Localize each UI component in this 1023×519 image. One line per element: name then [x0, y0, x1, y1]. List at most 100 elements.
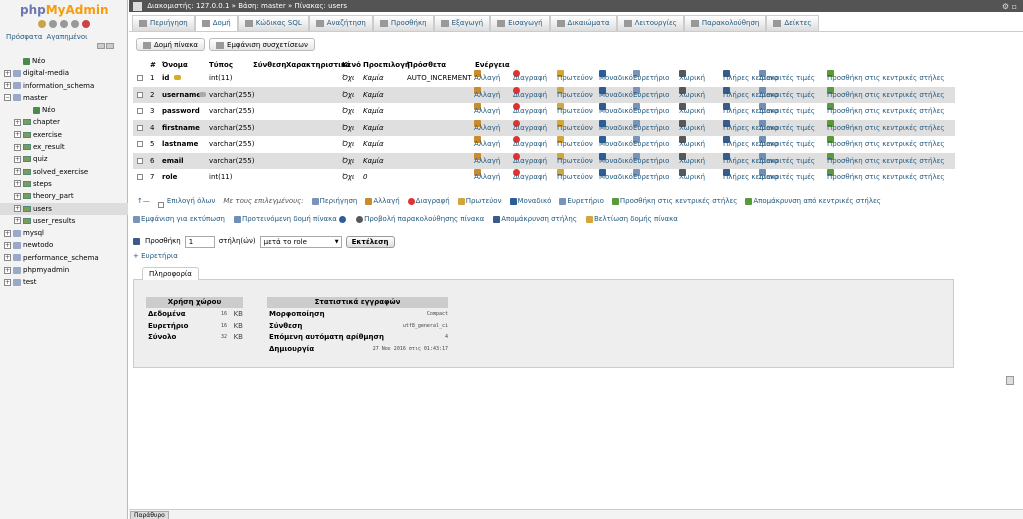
- row-checkbox[interactable]: [137, 141, 143, 147]
- normalize-link[interactable]: Βελτίωση δομής πίνακα: [585, 215, 678, 223]
- tab-4[interactable]: Προσθήκη: [372, 15, 434, 31]
- column-count-input[interactable]: 1: [184, 235, 215, 248]
- track-table-link[interactable]: Προβολή παρακολούθησης πίνακα: [356, 215, 484, 223]
- tab-6[interactable]: Εισαγωγή: [490, 15, 550, 31]
- tab-7[interactable]: Δικαιώματα: [549, 15, 617, 31]
- action-label: Αλλαγή: [474, 156, 501, 165]
- tree-item[interactable]: + mysql: [0, 227, 128, 239]
- expand-icon[interactable]: +: [4, 278, 11, 286]
- expand-icon[interactable]: +: [14, 131, 21, 139]
- print-view-link[interactable]: Εμφάνιση για εκτύπωση: [133, 215, 225, 223]
- check-all[interactable]: Επιλογή όλων: [157, 197, 215, 208]
- help-icon[interactable]: [339, 215, 347, 223]
- expand-icon[interactable]: +: [14, 180, 21, 188]
- tab-icon: [497, 19, 506, 27]
- breadcrumb-table[interactable]: Πίνακας: users: [295, 2, 348, 10]
- bulk-add-central[interactable]: Προσθήκη στις κεντρικές στήλες: [611, 197, 737, 206]
- tree-item[interactable]: + solved_exercise: [0, 166, 128, 178]
- settings-gear-icon[interactable]: [71, 20, 79, 28]
- reload-icon[interactable]: [82, 20, 90, 28]
- tab-1[interactable]: Δομή: [194, 15, 238, 31]
- row-checkbox[interactable]: [137, 124, 143, 131]
- relation-view-button[interactable]: Εμφάνιση συσχετίσεων: [209, 38, 315, 51]
- tab-0[interactable]: Περιήγηση: [132, 15, 195, 31]
- expand-icon[interactable]: +: [14, 155, 21, 163]
- tree-item[interactable]: + test: [0, 276, 128, 288]
- expand-icon[interactable]: +: [4, 69, 11, 77]
- tree-item[interactable]: + chapter: [0, 116, 128, 128]
- column-null: Όχι: [342, 107, 355, 115]
- bulk-drop[interactable]: Διαγραφή: [407, 197, 450, 206]
- settings-gear-icon[interactable]: ⚙ ▫: [1002, 1, 1017, 13]
- row-checkbox[interactable]: [137, 108, 143, 114]
- expand-icon[interactable]: +: [14, 143, 21, 151]
- expand-icon[interactable]: +: [4, 82, 11, 90]
- favorites-tab[interactable]: Αγαπημένοι: [47, 33, 88, 41]
- recent-tab[interactable]: Πρόσφατα: [6, 33, 43, 41]
- tab-label: Αναζήτηση: [326, 19, 366, 27]
- collapse-all-icon[interactable]: [97, 43, 105, 49]
- tree-item[interactable]: + theory_part: [0, 190, 128, 202]
- breadcrumb-database[interactable]: Βάση: master: [238, 2, 286, 10]
- action-label: Μοναδικό: [599, 74, 633, 82]
- bulk-unique[interactable]: Μοναδικό: [509, 197, 551, 206]
- tree-item[interactable]: + performance_schema: [0, 252, 128, 264]
- tab-5[interactable]: Εξαγωγή: [433, 15, 491, 31]
- home-icon[interactable]: [38, 20, 46, 28]
- tree-item[interactable]: + newtodo: [0, 239, 128, 251]
- bulk-remove-central[interactable]: Απομάκρυνση από κεντρικές στήλες: [745, 197, 881, 206]
- expand-icon[interactable]: +: [14, 192, 21, 200]
- tab-9[interactable]: Παρακολούθηση: [683, 15, 767, 31]
- check-all-checkbox[interactable]: [157, 202, 164, 208]
- tree-item[interactable]: Νέο: [0, 104, 128, 116]
- tree-item[interactable]: + information_schema: [0, 80, 128, 92]
- page-settings-icon[interactable]: [1006, 376, 1014, 385]
- move-columns-link[interactable]: Απομάκρυνση στήλης: [493, 215, 577, 223]
- tree-item[interactable]: + steps: [0, 178, 128, 190]
- row-checkbox[interactable]: [137, 174, 143, 180]
- tree-item[interactable]: + user_results: [0, 215, 128, 227]
- tree-item[interactable]: + ex_result: [0, 141, 128, 153]
- docs-icon[interactable]: [60, 20, 68, 28]
- tab-2[interactable]: Κώδικας SQL: [237, 15, 309, 31]
- tab-8[interactable]: Λειτουργίες: [616, 15, 684, 31]
- tab-10[interactable]: Δείκτες: [766, 15, 819, 31]
- tree-item[interactable]: + users: [0, 202, 128, 215]
- position-select[interactable]: μετά το role: [259, 235, 342, 248]
- link-with-main-icon[interactable]: [106, 43, 114, 49]
- tree-item[interactable]: Νέο: [0, 55, 128, 67]
- expand-icon[interactable]: +: [4, 266, 11, 274]
- expand-icon[interactable]: +: [14, 217, 21, 225]
- console-button[interactable]: Παράθυρο: [130, 511, 169, 519]
- expand-icon[interactable]: +: [14, 205, 21, 213]
- row-checkbox[interactable]: [137, 75, 143, 81]
- bulk-index[interactable]: Ευρετήριο: [559, 197, 604, 206]
- action-label: Ευρετήριο: [633, 107, 670, 115]
- bulk-change[interactable]: Αλλαγή: [365, 197, 400, 206]
- tree-item[interactable]: + quiz: [0, 153, 128, 165]
- collapse-icon[interactable]: −: [4, 94, 11, 102]
- propose-structure-link[interactable]: Προτεινόμενη δομή πίνακα: [233, 215, 347, 223]
- tab-3[interactable]: Αναζήτηση: [308, 15, 373, 31]
- row-checkbox[interactable]: [137, 157, 143, 164]
- bulk-primary[interactable]: Πρωτεύον: [457, 197, 502, 206]
- collapse-nav-icon[interactable]: [133, 1, 142, 11]
- breadcrumb-server[interactable]: Διακομιστής: 127.0.0.1: [147, 2, 229, 10]
- tree-item[interactable]: + exercise: [0, 129, 128, 141]
- row-checkbox[interactable]: [137, 91, 143, 98]
- tree-item[interactable]: + digital-media: [0, 67, 128, 79]
- phpmyadmin-logo[interactable]: phpMyAdmin: [20, 3, 109, 17]
- expand-icon[interactable]: +: [14, 168, 21, 176]
- expand-icon[interactable]: +: [4, 229, 11, 237]
- expand-icon[interactable]: +: [4, 241, 11, 249]
- tree-item[interactable]: − master: [0, 92, 128, 104]
- indexes-toggle[interactable]: + Ευρετήρια: [133, 252, 178, 260]
- bulk-browse[interactable]: Περιήγηση: [311, 197, 357, 206]
- expand-icon[interactable]: +: [4, 254, 11, 262]
- logout-icon[interactable]: [49, 20, 57, 28]
- table-structure-button[interactable]: Δομή πίνακα: [136, 38, 206, 51]
- information-tab[interactable]: Πληροφορία: [142, 267, 199, 280]
- go-button[interactable]: Εκτέλεση: [345, 235, 395, 248]
- expand-icon[interactable]: +: [14, 118, 21, 126]
- tree-item[interactable]: + phpmyadmin: [0, 264, 128, 276]
